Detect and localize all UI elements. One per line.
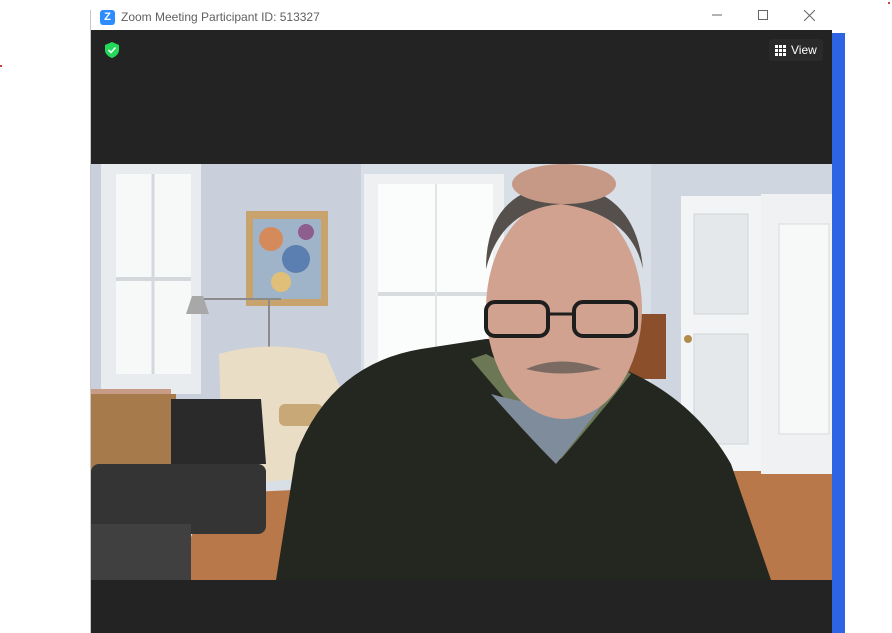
- meeting-area: View: [91, 30, 832, 633]
- title-bar[interactable]: Z Zoom Meeting Participant ID: 513327: [91, 9, 832, 30]
- video-feed[interactable]: [91, 164, 832, 580]
- maximize-button[interactable]: [740, 4, 786, 26]
- window-controls: [694, 4, 832, 26]
- maximize-icon: [758, 10, 768, 20]
- stray-pixel: [888, 2, 890, 4]
- participant-video-image: [91, 164, 832, 580]
- close-icon: [803, 9, 815, 21]
- view-button[interactable]: View: [769, 39, 823, 61]
- stray-pixel: [0, 65, 2, 67]
- window-title: Zoom Meeting Participant ID: 513327: [121, 10, 320, 24]
- grid-icon: [775, 44, 786, 56]
- view-button-label: View: [791, 43, 817, 57]
- right-accent-bar: [832, 33, 845, 633]
- minimize-button[interactable]: [694, 4, 740, 26]
- minimize-icon: [712, 14, 722, 16]
- zoom-logo-icon: Z: [100, 9, 115, 25]
- close-button[interactable]: [786, 4, 832, 26]
- zoom-window: Z Zoom Meeting Participant ID: 513327 Vi…: [90, 9, 845, 633]
- shield-check-icon[interactable]: [105, 42, 119, 58]
